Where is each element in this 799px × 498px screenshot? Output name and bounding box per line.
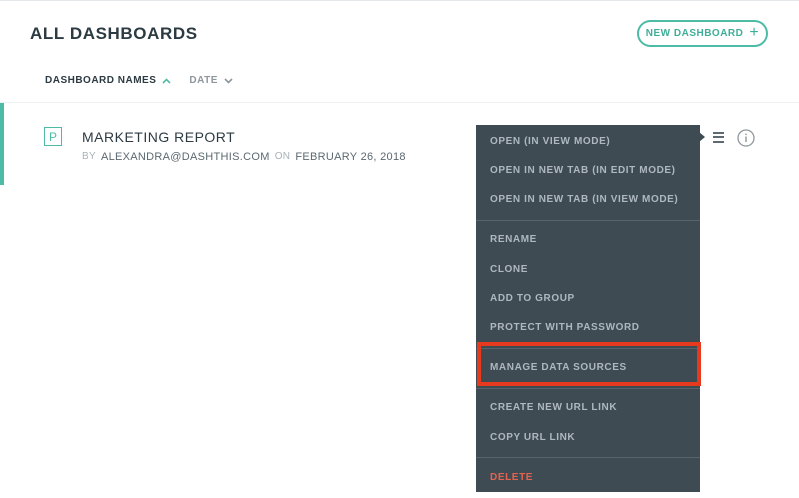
menu-item-protect-password[interactable]: PROTECT WITH PASSWORD bbox=[490, 322, 640, 333]
on-label: ON bbox=[274, 151, 291, 162]
menu-separator bbox=[476, 220, 700, 221]
new-dashboard-button[interactable]: NEW DASHBOARD + bbox=[637, 20, 768, 47]
plus-icon: + bbox=[749, 24, 760, 41]
by-label: BY bbox=[82, 151, 96, 162]
chevron-down-icon bbox=[224, 77, 233, 84]
dashboard-context-menu: OPEN (IN VIEW MODE) OPEN IN NEW TAB (IN … bbox=[476, 125, 700, 492]
sort-by-name[interactable]: DASHBOARD NAMES bbox=[45, 75, 171, 86]
menu-item-create-url-link[interactable]: CREATE NEW URL LINK bbox=[490, 402, 617, 413]
menu-item-open-view[interactable]: OPEN (IN VIEW MODE) bbox=[490, 136, 610, 147]
dashboard-type-icon: P bbox=[44, 127, 62, 146]
top-border bbox=[0, 0, 799, 1]
sort-bar: DASHBOARD NAMES DATE bbox=[45, 75, 233, 86]
menu-item-copy-url-link[interactable]: COPY URL LINK bbox=[490, 432, 575, 443]
menu-separator bbox=[476, 457, 700, 458]
sort-by-date[interactable]: DATE bbox=[189, 75, 233, 86]
sort-by-name-label: DASHBOARD NAMES bbox=[45, 75, 157, 86]
dashboard-author: ALEXANDRA@DASHTHIS.COM bbox=[100, 151, 270, 163]
menu-item-open-new-tab-view[interactable]: OPEN IN NEW TAB (IN VIEW MODE) bbox=[490, 194, 678, 205]
menu-item-open-new-tab-edit[interactable]: OPEN IN NEW TAB (IN EDIT MODE) bbox=[490, 165, 676, 176]
new-dashboard-label: NEW DASHBOARD bbox=[645, 28, 744, 39]
sort-by-date-label: DATE bbox=[189, 75, 218, 86]
menu-item-add-to-group[interactable]: ADD TO GROUP bbox=[490, 293, 575, 304]
list-divider bbox=[0, 102, 799, 103]
dashboard-name[interactable]: MARKETING REPORT bbox=[82, 129, 235, 145]
selected-row-indicator bbox=[0, 103, 4, 185]
info-icon[interactable] bbox=[737, 129, 755, 147]
menu-item-rename[interactable]: RENAME bbox=[490, 234, 537, 245]
page-title: ALL DASHBOARDS bbox=[30, 24, 198, 43]
hamburger-menu-icon[interactable] bbox=[713, 129, 727, 145]
chevron-up-icon bbox=[162, 77, 171, 84]
dashboard-date: FEBRUARY 26, 2018 bbox=[295, 151, 406, 163]
menu-separator bbox=[476, 388, 700, 389]
menu-item-delete[interactable]: DELETE bbox=[490, 472, 533, 483]
dashboard-meta: BY ALEXANDRA@DASHTHIS.COM ON FEBRUARY 26… bbox=[82, 151, 406, 163]
menu-item-clone[interactable]: CLONE bbox=[490, 264, 528, 275]
highlight-annotation bbox=[477, 342, 701, 386]
